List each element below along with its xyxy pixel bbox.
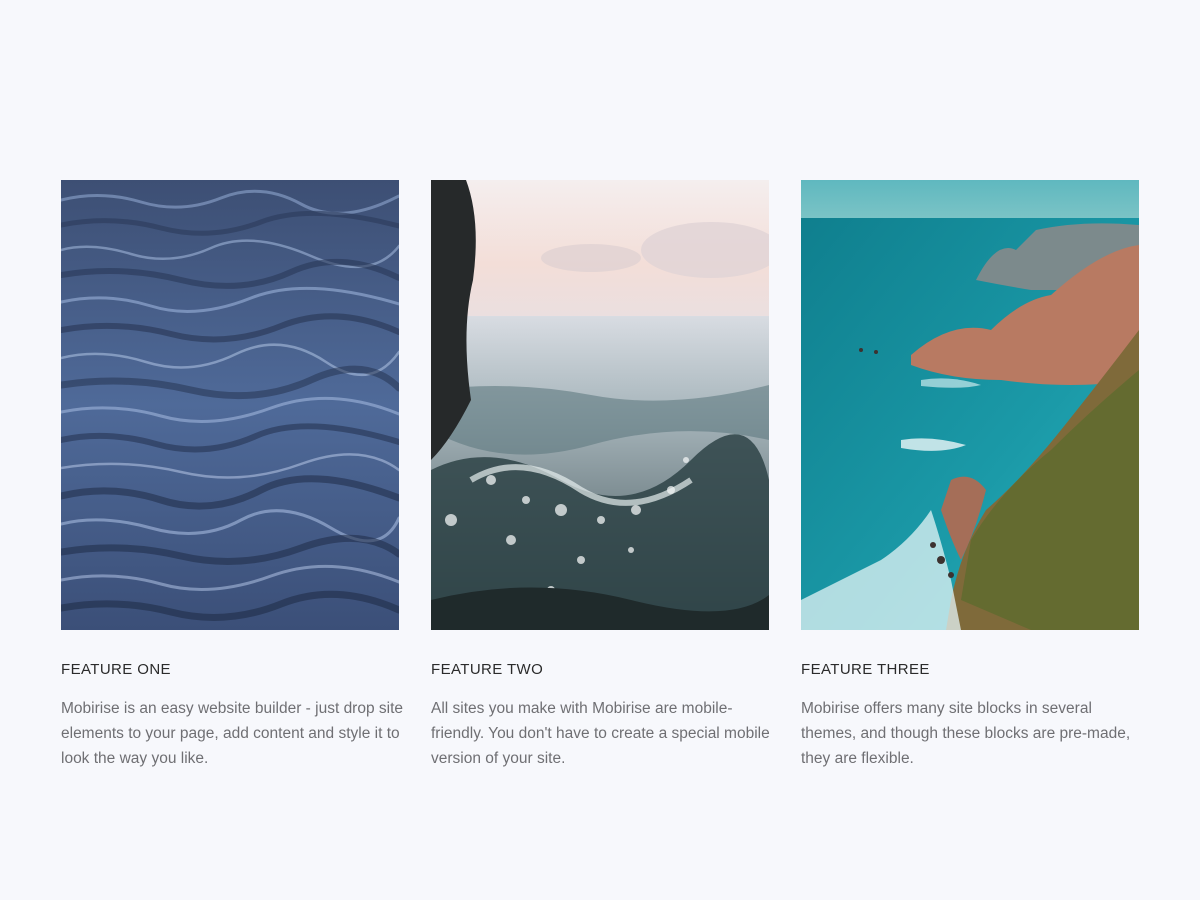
feature-card-two: FEATURE TWO All sites you make with Mobi…: [431, 180, 770, 771]
coastal-cliffs-image: [801, 180, 1139, 630]
feature-one-text: Mobirise is an easy website builder - ju…: [61, 700, 404, 767]
feature-card-three: FEATURE THREE Mobirise offers many site …: [801, 180, 1139, 771]
features-section: FEATURE ONE Mobirise is an easy website …: [0, 0, 1200, 900]
feature-three-text: Mobirise offers many site blocks in seve…: [801, 700, 1131, 767]
feature-two-text: All sites you make with Mobirise are mob…: [431, 700, 770, 767]
feature-two-title: FEATURE TWO: [431, 661, 544, 678]
feature-one-title: FEATURE ONE: [61, 661, 171, 678]
feature-card-one: FEATURE ONE Mobirise is an easy website …: [61, 180, 403, 771]
feature-three-title: FEATURE THREE: [801, 661, 930, 678]
wave-splash-image: [431, 180, 769, 630]
ocean-waves-image: [61, 180, 399, 630]
feature-cards: FEATURE ONE Mobirise is an easy website …: [61, 180, 1139, 771]
